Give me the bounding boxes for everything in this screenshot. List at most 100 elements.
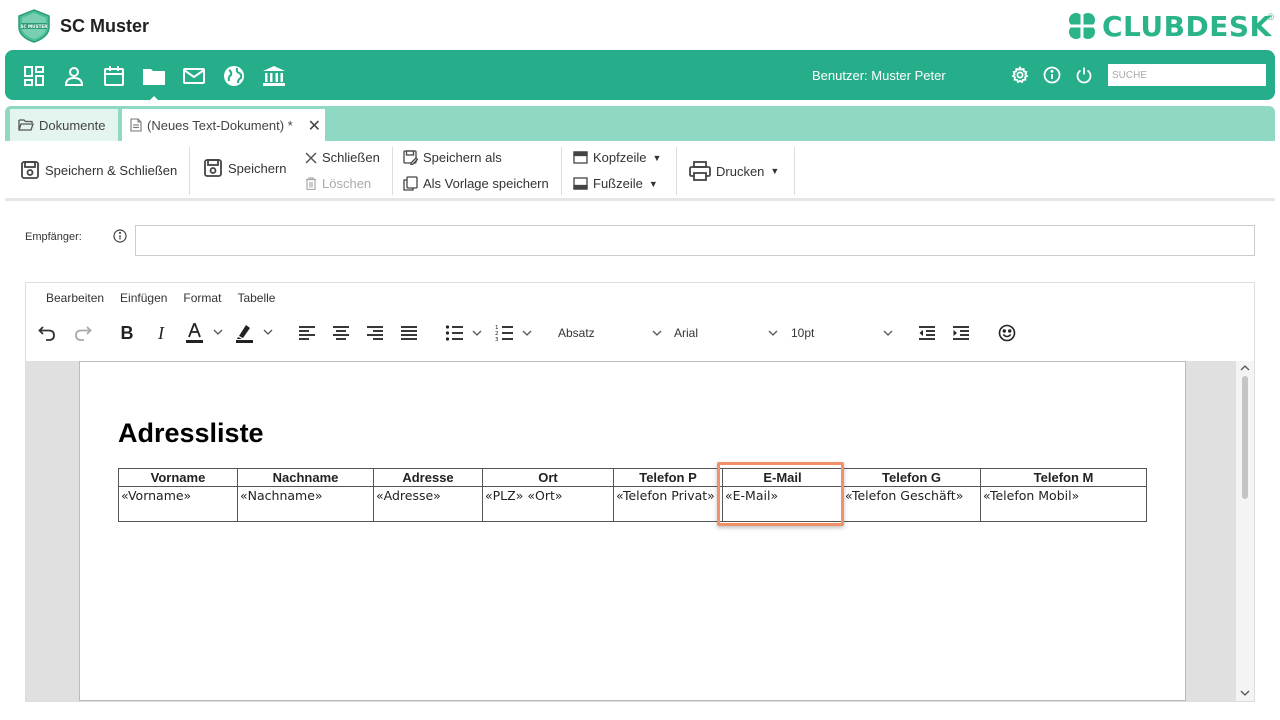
scroll-down-icon[interactable] [1240,689,1250,699]
italic-icon[interactable]: I [150,321,172,345]
table-cell[interactable]: «PLZ» «Ort» [482,486,614,522]
search-input[interactable] [1108,64,1266,86]
globe-icon[interactable] [221,63,247,89]
gear-icon[interactable] [1010,65,1030,85]
caret-down-icon: ▼ [770,166,780,176]
tab-label: Dokumente [39,117,106,133]
font-size-dropdown[interactable]: 10pt [791,323,893,343]
page-footer-icon [573,177,588,190]
trash-icon [305,177,317,190]
table-cell[interactable]: «Vorname» [118,486,238,522]
delete-button[interactable]: Löschen [305,176,371,191]
delete-label: Löschen [322,176,372,191]
menu-edit[interactable]: Bearbeiten [46,291,104,305]
align-left-icon[interactable] [296,321,318,345]
indent-icon[interactable] [950,321,972,345]
print-dropdown-button[interactable]: Drucken ▼ [689,161,779,181]
close-button[interactable]: Schließen [305,150,380,165]
bank-icon[interactable] [261,63,287,89]
club-name: SC Muster [60,16,150,36]
svg-text:3: 3 [495,337,499,341]
mail-icon[interactable] [181,63,207,89]
tab-dokumente[interactable]: Dokumente [10,109,118,141]
club-logo[interactable]: SC MUSTER [16,9,52,43]
close-tab-icon[interactable]: ✕ [308,116,321,136]
column-header[interactable]: Adresse [373,468,483,487]
redo-icon[interactable] [72,321,94,345]
block-format-dropdown[interactable]: Absatz [558,323,662,343]
document-page[interactable]: Adressliste Vorname Nachname Adresse Ort… [79,361,1186,701]
address-table[interactable]: Vorname Nachname Adresse Ort Telefon P E… [118,468,1147,522]
editor-menubar: Bearbeiten Einfügen Format Tabelle [46,291,275,305]
column-header[interactable]: Nachname [237,468,374,487]
menu-insert[interactable]: Einfügen [120,291,167,305]
text-color-icon[interactable] [184,321,228,345]
save-and-close-label: Speichern & Schließen [45,162,178,178]
recipient-label: Empfänger: [25,231,82,243]
clubdesk-logo[interactable]: CLUBDESK ® [1066,10,1274,43]
column-header[interactable]: Telefon M [980,468,1147,487]
document-toolbar: Speichern & Schließen Speichern Schließe… [5,141,1275,201]
scroll-up-icon[interactable] [1240,363,1250,373]
info-icon[interactable] [113,229,127,243]
recipient-input[interactable] [135,225,1255,256]
current-user-label[interactable]: Benutzer: Muster Peter [812,68,946,83]
toolbar-separator [189,147,190,195]
save-as-button[interactable]: Speichern als [403,150,502,165]
scroll-thumb[interactable] [1242,376,1248,499]
table-cell[interactable]: «Telefon Privat» [613,486,723,522]
menu-format[interactable]: Format [183,291,221,305]
align-center-icon[interactable] [330,321,352,345]
folder-open-icon [18,118,34,132]
email-column-highlight [717,462,844,526]
system-icon-group [1010,65,1094,85]
save-button[interactable]: Speichern [203,158,287,178]
tab-new-text-document[interactable]: (Neues Text-Dokument) * ✕ [122,109,325,141]
column-header[interactable]: Vorname [118,468,238,487]
document-title[interactable]: Adressliste [118,418,264,449]
header-dropdown-button[interactable]: Kopfzeile ▼ [573,150,661,165]
column-header[interactable]: Ort [482,468,614,487]
main-nav: Benutzer: Muster Peter [5,50,1275,101]
table-cell[interactable]: «Telefon Geschäft» [842,486,981,522]
cloverleaf-icon [1068,12,1096,40]
align-justify-icon[interactable] [398,321,420,345]
align-right-icon[interactable] [364,321,386,345]
club-logo-text: SC MUSTER [20,24,48,29]
table-cell[interactable]: «Telefon Mobil» [980,486,1147,522]
font-family-value: Arial [674,326,699,340]
emoji-icon[interactable] [996,321,1018,345]
outdent-icon[interactable] [916,321,938,345]
menu-table[interactable]: Tabelle [237,291,275,305]
document-icon [130,118,142,132]
save-and-close-button[interactable]: Speichern & Schließen [20,160,177,180]
folder-icon[interactable] [141,63,167,101]
font-family-dropdown[interactable]: Arial [674,323,778,343]
header-label: Kopfzeile [593,150,647,165]
power-icon[interactable] [1074,65,1094,85]
table-cell[interactable]: «Adresse» [373,486,483,522]
footer-label: Fußzeile [593,176,643,191]
column-header[interactable]: Telefon G [842,468,981,487]
vertical-scrollbar[interactable] [1236,361,1254,701]
highlight-color-icon[interactable] [234,321,278,345]
dashboard-icon[interactable] [21,63,47,89]
bold-icon[interactable]: B [116,321,138,345]
undo-icon[interactable] [36,321,58,345]
brand-bar: SC MUSTER SC Muster CLUBDESK ® [0,0,1280,50]
numbered-list-icon[interactable]: 123 [494,321,538,345]
toolbar-separator [676,147,677,195]
print-label: Drucken [716,163,765,179]
registered-mark: ® [1267,12,1274,22]
table-cell[interactable]: «Nachname» [237,486,374,522]
save-as-template-button[interactable]: Als Vorlage speichern [403,176,549,191]
footer-dropdown-button[interactable]: Fußzeile ▼ [573,176,658,191]
formatting-toolbar: B I 123 Absatz Arial 10pt [36,321,1246,345]
editor-content-area: Adressliste Vorname Nachname Adresse Ort… [26,361,1254,701]
person-icon[interactable] [61,63,87,89]
info-icon[interactable] [1042,65,1062,85]
calendar-icon[interactable] [101,63,127,89]
font-size-value: 10pt [791,326,815,340]
column-header[interactable]: Telefon P [613,468,723,487]
bullet-list-icon[interactable] [444,321,488,345]
